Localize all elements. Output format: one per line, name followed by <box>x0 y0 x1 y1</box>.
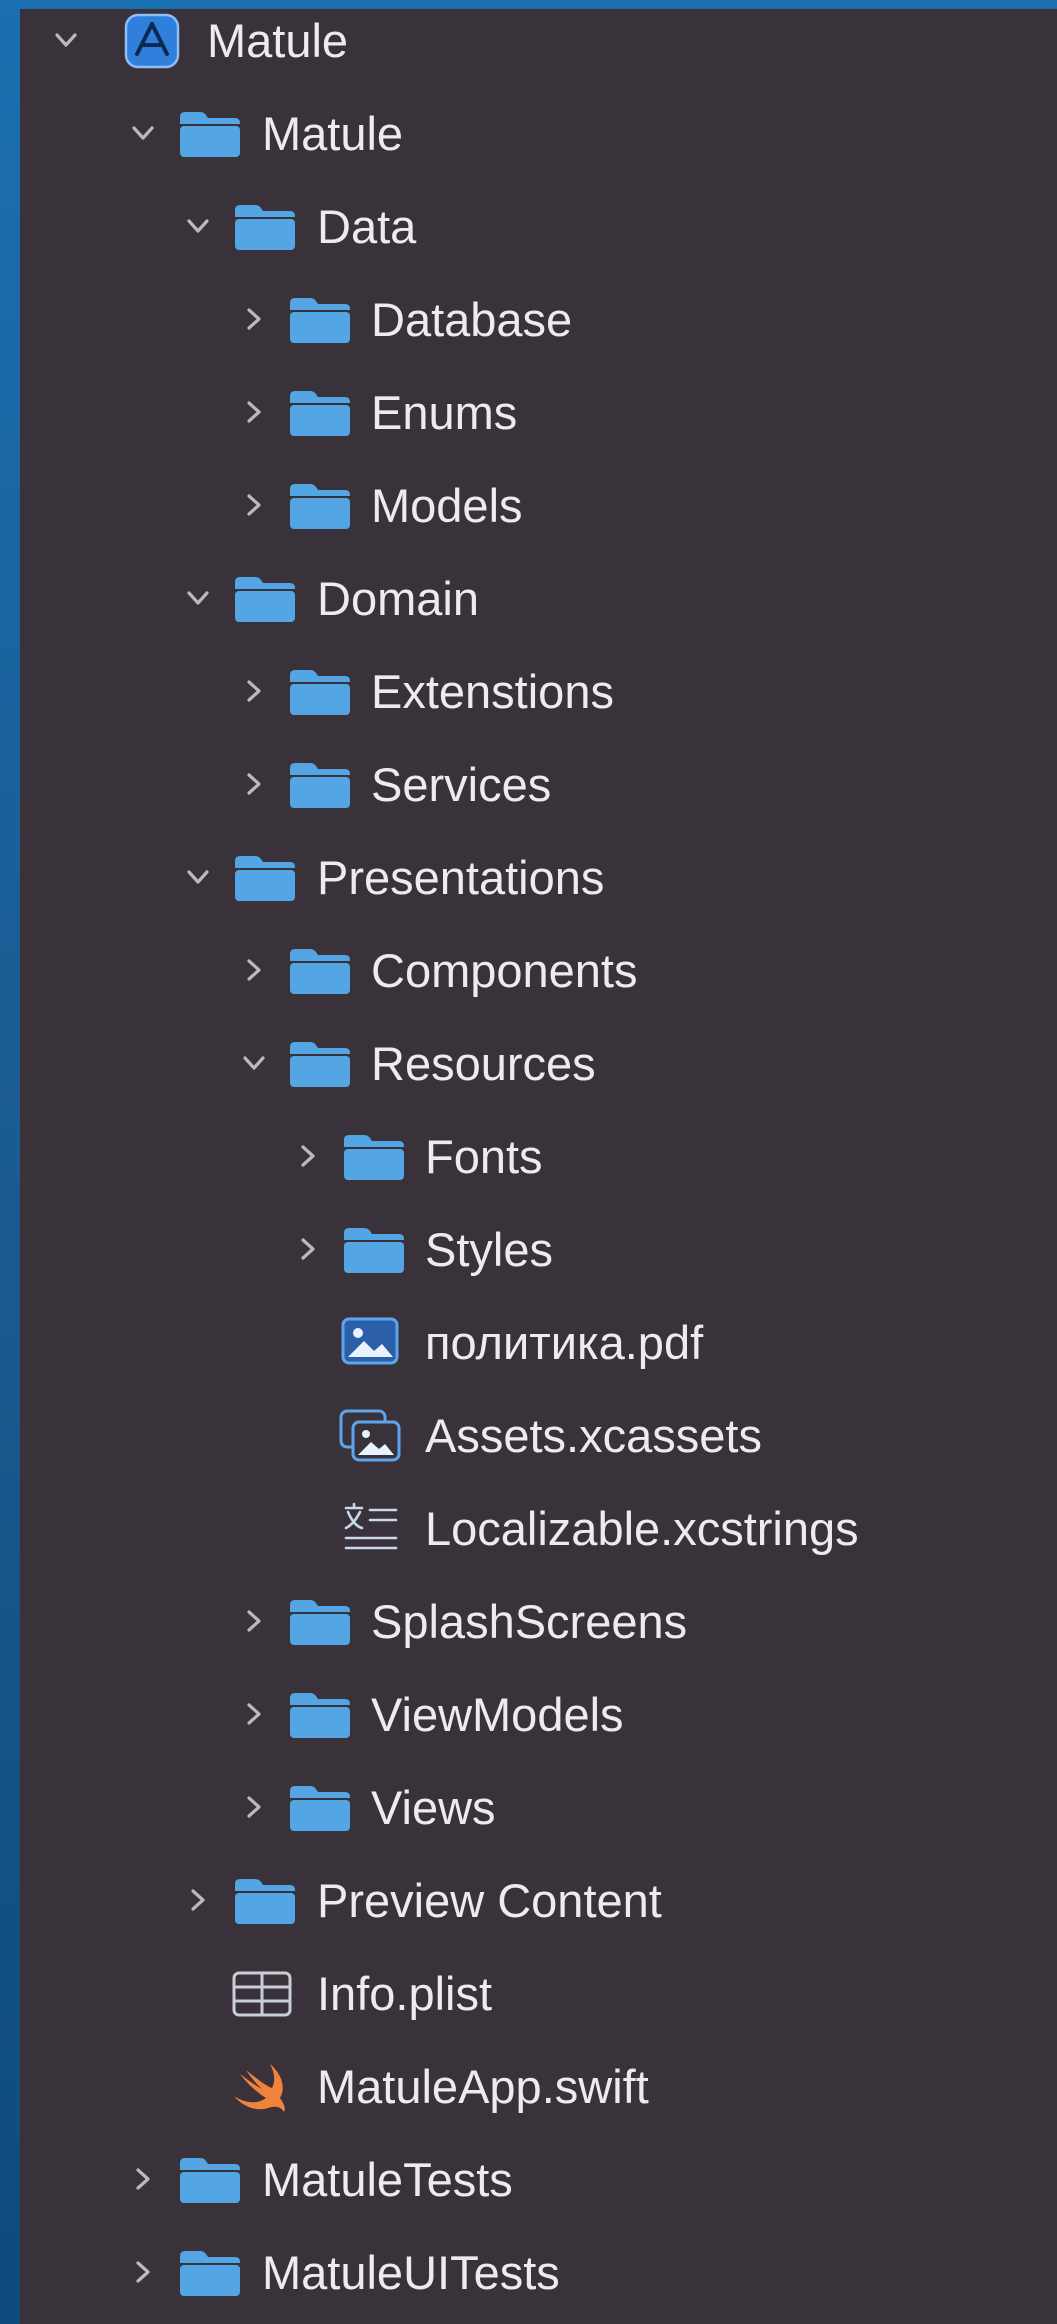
tree-row-label: MatuleApp.swift <box>317 2060 649 2113</box>
tree-row-presentations[interactable]: Presentations <box>20 831 1057 924</box>
chevron-right-icon[interactable] <box>238 489 270 521</box>
asset-catalog-icon <box>339 1409 401 1462</box>
tree-row-label: Localizable.xcstrings <box>425 1502 859 1555</box>
tree-row-matuleapp-swift[interactable]: MatuleApp.swift <box>20 2040 1057 2133</box>
tree-row-viewmodels[interactable]: ViewModels <box>20 1668 1057 1761</box>
folder-icon <box>235 1879 295 1924</box>
tree-row-label: ViewModels <box>371 1688 624 1741</box>
tree-row-matuleuitests[interactable]: MatuleUITests <box>20 2226 1057 2319</box>
tree-row-label: Extenstions <box>371 665 614 718</box>
chevron-right-icon[interactable] <box>292 1233 324 1265</box>
tree-row-politika-pdf[interactable]: политика.pdf <box>20 1296 1057 1389</box>
tree-row-label: Matule <box>207 14 349 67</box>
folder-icon <box>290 391 350 436</box>
tree-row-label: Preview Content <box>317 1874 662 1927</box>
folder-icon <box>290 484 350 529</box>
chevron-down-icon[interactable] <box>50 24 82 56</box>
folder-icon <box>180 2158 240 2203</box>
xcode-project-icon <box>124 13 180 69</box>
tree-row-database[interactable]: Database <box>20 273 1057 366</box>
folder-icon <box>290 1786 350 1831</box>
folder-icon <box>290 949 350 994</box>
chevron-right-icon[interactable] <box>238 1791 270 1823</box>
tree-row-label: MatuleUITests <box>262 2246 560 2299</box>
tree-row-fonts[interactable]: Fonts <box>20 1110 1057 1203</box>
tree-row-preview-content[interactable]: Preview Content <box>20 1854 1057 1947</box>
file-navigator-screenshot: { "navigator": { "items": [ {"label": "M… <box>0 0 1057 2324</box>
tree-row-label: MatuleTests <box>262 2153 513 2206</box>
tree-row-assets-xcassets[interactable]: Assets.xcassets <box>20 1389 1057 1482</box>
tree-row-label: Resources <box>371 1037 596 1090</box>
tree-row-label: Domain <box>317 572 479 625</box>
folder-icon <box>180 2251 240 2296</box>
tree-row-label: Styles <box>425 1223 553 1276</box>
folder-icon <box>290 1693 350 1738</box>
tree-row-enums[interactable]: Enums <box>20 366 1057 459</box>
string-catalog-icon <box>344 1502 398 1550</box>
tree-row-styles[interactable]: Styles <box>20 1203 1057 1296</box>
chevron-down-icon[interactable] <box>127 117 159 149</box>
chevron-right-icon[interactable] <box>238 1605 270 1637</box>
tree-row-label: Views <box>371 1781 496 1834</box>
tree-row-components[interactable]: Components <box>20 924 1057 1017</box>
tree-row-matuletests[interactable]: MatuleTests <box>20 2133 1057 2226</box>
tree-row-label: Assets.xcassets <box>425 1409 762 1462</box>
chevron-right-icon[interactable] <box>127 2256 159 2288</box>
tree-row-label: Fonts <box>425 1130 543 1183</box>
tree-row-label: Database <box>371 293 573 346</box>
folder-icon <box>290 1042 350 1087</box>
tree-row-label: Data <box>317 200 417 253</box>
folder-icon <box>235 577 295 622</box>
tree-row-label: Models <box>371 479 523 532</box>
tree-row-label: Components <box>371 944 638 997</box>
chevron-right-icon[interactable] <box>238 396 270 428</box>
folder-icon <box>344 1135 404 1180</box>
tree-row-views[interactable]: Views <box>20 1761 1057 1854</box>
folder-icon <box>290 670 350 715</box>
tree-row-matule-project[interactable]: Matule <box>20 0 1057 87</box>
image-file-icon <box>341 1317 399 1365</box>
chevron-down-icon[interactable] <box>182 582 214 614</box>
chevron-right-icon[interactable] <box>127 2163 159 2195</box>
chevron-right-icon[interactable] <box>292 1140 324 1172</box>
tree-row-domain[interactable]: Domain <box>20 552 1057 645</box>
tree-row-label: SplashScreens <box>371 1595 688 1648</box>
chevron-down-icon[interactable] <box>182 861 214 893</box>
tree-row-label: Enums <box>371 386 518 439</box>
tree-row-data[interactable]: Data <box>20 180 1057 273</box>
tree-row-localizable-xcstrings[interactable]: Localizable.xcstrings <box>20 1482 1057 1575</box>
chevron-right-icon[interactable] <box>182 1884 214 1916</box>
chevron-down-icon[interactable] <box>238 1047 270 1079</box>
folder-icon <box>235 856 295 901</box>
tree-row-extenstions[interactable]: Extenstions <box>20 645 1057 738</box>
chevron-right-icon[interactable] <box>238 954 270 986</box>
swift-icon <box>234 2064 285 2112</box>
chevron-right-icon[interactable] <box>238 675 270 707</box>
folder-icon <box>180 112 240 157</box>
tree-row-label: политика.pdf <box>425 1316 704 1369</box>
chevron-right-icon[interactable] <box>238 1698 270 1730</box>
tree-row-splashscreens[interactable]: SplashScreens <box>20 1575 1057 1668</box>
tree-row-services[interactable]: Services <box>20 738 1057 831</box>
tree-row-label: Matule <box>262 107 404 160</box>
folder-icon <box>290 763 350 808</box>
folder-icon <box>344 1228 404 1273</box>
folder-icon <box>290 298 350 343</box>
chevron-right-icon[interactable] <box>238 303 270 335</box>
chevron-down-icon[interactable] <box>182 210 214 242</box>
folder-icon <box>235 205 295 250</box>
tree-row-resources[interactable]: Resources <box>20 1017 1057 1110</box>
chevron-right-icon[interactable] <box>238 768 270 800</box>
plist-icon <box>232 1971 292 2017</box>
tree-row-matule-folder[interactable]: Matule <box>20 87 1057 180</box>
project-navigator: Matule Matule Data Database Enums Models… <box>20 9 1057 2324</box>
tree-row-models[interactable]: Models <box>20 459 1057 552</box>
tree-row-label: Presentations <box>317 851 605 904</box>
tree-row-label: Info.plist <box>317 1967 493 2020</box>
folder-icon <box>290 1600 350 1645</box>
tree-row-info-plist[interactable]: Info.plist <box>20 1947 1057 2040</box>
tree-row-label: Services <box>371 758 552 811</box>
